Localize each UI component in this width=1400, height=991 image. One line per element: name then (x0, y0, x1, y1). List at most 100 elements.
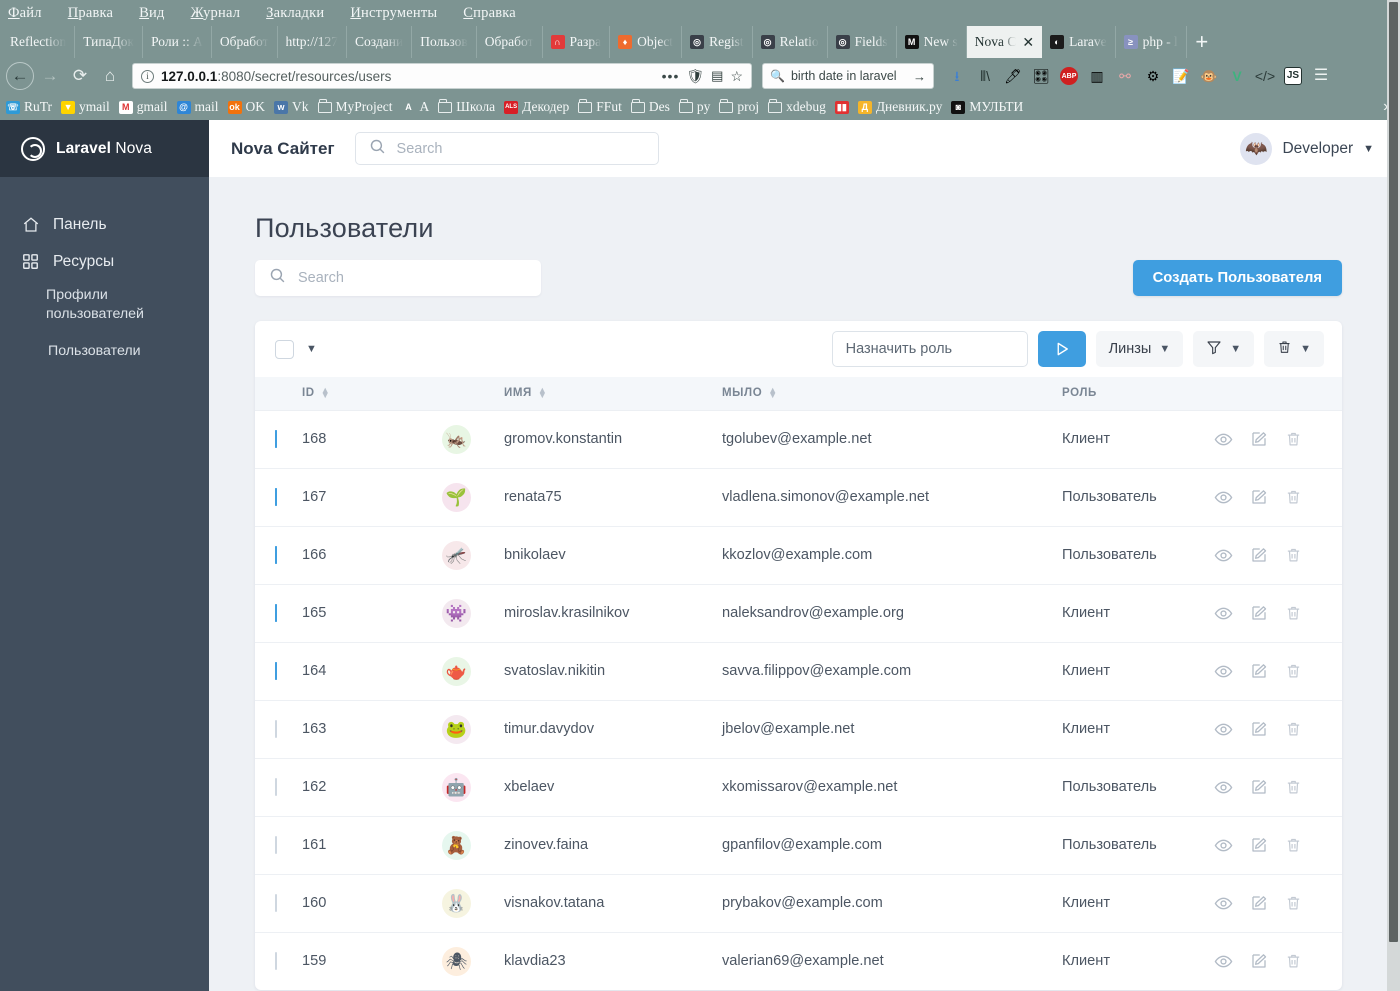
browser-tab[interactable]: Reflection (2, 26, 76, 58)
table-row[interactable]: 165 👾 miroslav.krasilnikov naleksandrov@exa… (255, 584, 1342, 643)
sort-icon[interactable]: ▲ ▼ (768, 385, 778, 399)
bookmark-item[interactable]: Школа (438, 99, 495, 115)
delete-icon[interactable] (1285, 952, 1302, 970)
back-button[interactable]: ← (6, 62, 34, 90)
view-icon[interactable] (1214, 894, 1233, 913)
delete-icon[interactable] (1285, 546, 1302, 564)
chevron-down-icon[interactable]: ▼ (1363, 143, 1374, 155)
monkey-icon[interactable]: 🐵 (1200, 67, 1218, 85)
download-icon[interactable]: ⭳ (948, 67, 966, 85)
bookmark-item[interactable]: ALS Декодер (504, 99, 569, 115)
browser-tab[interactable]: ◎ Fields (828, 26, 897, 58)
browser-tab[interactable]: http://127 (278, 26, 348, 58)
view-icon[interactable] (1214, 720, 1233, 739)
browser-tab[interactable]: Nova C ✕ (966, 26, 1043, 58)
row-select-cell[interactable] (255, 526, 302, 585)
forward-button[interactable]: → (36, 62, 64, 90)
row-checkbox[interactable] (275, 546, 277, 564)
browser-tab[interactable]: M New s (897, 26, 967, 58)
select-all-checkbox[interactable] (275, 339, 294, 359)
gear-icon[interactable]: ⚙ (1144, 67, 1162, 85)
edit-icon[interactable] (1250, 778, 1268, 796)
vue-icon[interactable]: V (1228, 67, 1246, 85)
edit-icon[interactable] (1250, 430, 1268, 448)
select-all-dropdown-icon[interactable]: ▼ (306, 343, 317, 355)
menu-item-1[interactable]: Правка (68, 5, 113, 22)
sort-icon[interactable]: ▲ ▼ (321, 385, 331, 399)
page-actions-icon[interactable]: ••• (662, 68, 680, 84)
reader-icon[interactable]: ▥ (1088, 67, 1106, 85)
browser-tab[interactable]: ◎ Relatio (753, 26, 828, 58)
bookmark-item[interactable]: AA (402, 99, 429, 115)
row-checkbox[interactable] (275, 836, 277, 854)
delete-icon[interactable] (1285, 430, 1302, 448)
extension-icon[interactable]: 🎛 (1032, 67, 1050, 85)
global-search-input[interactable]: Search (354, 132, 659, 165)
row-checkbox[interactable] (275, 952, 277, 971)
browser-tabstrip[interactable]: Reflection ТипаДок Роли :: A Обработ http://… (0, 26, 1400, 58)
url-bar[interactable]: i 127.0.0.1:8080/secret/resources/users … (132, 63, 752, 89)
row-select-cell[interactable] (255, 642, 302, 701)
edit-icon[interactable] (1250, 720, 1268, 738)
view-icon[interactable] (1214, 430, 1233, 449)
bookmark-star-icon[interactable]: ☆ (730, 68, 743, 85)
table-row[interactable]: 167 🌱 renata75 vladlena.simonov@example.net… (255, 468, 1342, 527)
bookmark-item[interactable]: proj (719, 99, 759, 115)
browser-tab[interactable]: ◐ Larave (1042, 26, 1116, 58)
reload-button[interactable]: ⟳ (66, 62, 94, 90)
code-icon[interactable]: </> (1255, 67, 1275, 85)
browser-search-bar[interactable]: 🔍 birth date in laravel → (762, 63, 934, 89)
bookmark-item[interactable]: ▮▮ (834, 100, 849, 114)
site-info-icon[interactable]: i (141, 69, 154, 83)
delete-icon[interactable] (1285, 720, 1302, 738)
view-icon[interactable] (1214, 952, 1233, 971)
sort-icon[interactable]: ▲ ▼ (538, 385, 548, 399)
eyedropper-icon[interactable]: 🖊 (1004, 67, 1022, 85)
delete-icon[interactable] (1285, 488, 1302, 506)
th-email[interactable]: мыло ▲ ▼ (722, 377, 1062, 411)
row-checkbox[interactable] (275, 894, 277, 912)
edit-icon[interactable] (1250, 836, 1268, 854)
view-icon[interactable] (1214, 836, 1233, 855)
lenses-button[interactable]: Линзы ▼ (1095, 331, 1184, 367)
th-id[interactable]: ID ▲ ▼ (302, 377, 442, 411)
bookmark-item[interactable]: ☏ RuTr (6, 99, 52, 115)
row-select-cell[interactable] (255, 874, 302, 933)
browser-tab[interactable]: ∩ Разра (543, 26, 611, 58)
home-button[interactable]: ⌂ (96, 62, 124, 90)
browser-tab[interactable]: ◎ Regist (682, 26, 753, 58)
sidebar-item-resources[interactable]: Ресурсы (0, 243, 209, 280)
hamburger-menu-icon[interactable]: ☰ (1312, 67, 1330, 85)
library-icon[interactable]: ⦀\ (976, 67, 994, 85)
browser-tab[interactable]: Создани (347, 26, 413, 58)
scrollbar-thumb[interactable] (1389, 2, 1398, 942)
search-input[interactable]: Search (255, 260, 541, 296)
delete-icon[interactable] (1285, 894, 1302, 912)
delete-button[interactable]: ▼ (1264, 331, 1324, 367)
bookmark-item[interactable]: ◙ МУЛЬТИ (951, 99, 1023, 115)
edit-icon[interactable] (1250, 604, 1268, 622)
edit-icon[interactable] (1250, 662, 1268, 680)
row-select-cell[interactable] (255, 816, 302, 875)
delete-icon[interactable] (1285, 604, 1302, 622)
row-select-cell[interactable] (255, 584, 302, 643)
js-icon[interactable]: JS (1284, 67, 1302, 85)
sidebar-item-dashboard[interactable]: Панель (0, 206, 209, 243)
close-icon[interactable]: ✕ (1022, 34, 1034, 51)
menu-item-6[interactable]: Справка (463, 5, 516, 22)
row-checkbox[interactable] (275, 778, 277, 796)
menu-item-4[interactable]: Закладки (266, 5, 324, 22)
view-icon[interactable] (1214, 546, 1233, 565)
row-select-cell[interactable] (255, 932, 302, 990)
table-row[interactable]: 160 🐰 visnakov.tatana prybakov@example.com К… (255, 874, 1342, 933)
adblock-icon[interactable]: ABP (1060, 67, 1078, 85)
table-row[interactable]: 168 🦗 gromov.konstantin tgolubev@example.ne… (255, 410, 1342, 469)
sidebar-item-users[interactable]: Пользователи (0, 336, 209, 367)
view-icon[interactable] (1214, 488, 1233, 507)
bookmark-item[interactable]: MyProject (317, 99, 393, 115)
bookmark-item[interactable]: Mgmail (118, 99, 168, 115)
reader-view-icon[interactable]: ▤ (711, 68, 723, 84)
delete-icon[interactable] (1285, 836, 1302, 854)
edit-tool-icon[interactable]: 📝 (1172, 67, 1190, 85)
search-go-icon[interactable]: → (913, 69, 926, 84)
